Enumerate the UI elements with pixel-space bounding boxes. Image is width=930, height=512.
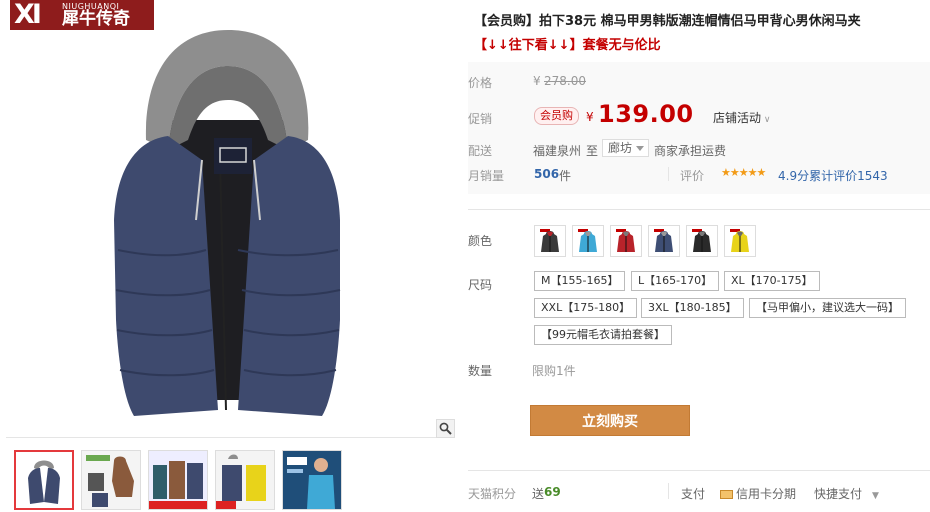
- size-option-m[interactable]: M【155-165】: [534, 271, 626, 291]
- product-subtitle: 【↓↓往下看↓↓】套餐无与伦比: [474, 38, 661, 53]
- thumbnail-1[interactable]: [14, 450, 74, 510]
- price-label: 价格: [468, 76, 493, 90]
- section-divider: [468, 209, 930, 210]
- zoom-icon[interactable]: [436, 419, 455, 438]
- monthly-sales-unit: 件: [559, 169, 572, 183]
- thumbnail-strip: [14, 450, 349, 510]
- quick-pay-label: 快捷支付: [814, 487, 863, 501]
- divider: [668, 483, 669, 499]
- rating-stars-icon: ★★★★★: [721, 166, 766, 179]
- color-label: 颜色: [468, 234, 493, 248]
- size-option-l[interactable]: L【165-170】: [631, 271, 720, 291]
- shop-activity-dropdown[interactable]: 店铺活动 ∨: [713, 109, 770, 126]
- vest-icon: [730, 229, 749, 252]
- buy-now-button[interactable]: 立刻购买: [530, 405, 690, 436]
- vest-icon: [578, 229, 597, 252]
- color-swatch-black-red[interactable]: [534, 225, 566, 257]
- chevron-down-icon: ∨: [761, 115, 771, 125]
- points-prefix: 送: [532, 487, 545, 501]
- size-option-3xl[interactable]: 3XL【180-185】: [641, 298, 744, 318]
- caret-down-icon: ▼: [872, 491, 879, 501]
- destination-select[interactable]: 廊坊: [602, 139, 650, 157]
- vest-illustration: [114, 30, 341, 416]
- size-label: 尺码: [468, 278, 493, 292]
- promo-price-currency: ¥: [586, 110, 594, 124]
- original-price-currency: ¥: [533, 74, 541, 88]
- section-divider: [468, 470, 930, 471]
- shipping-fee: 商家承担运费: [654, 144, 727, 158]
- review-link[interactable]: 4.9分累计评价1543: [778, 167, 888, 184]
- size-option-xl[interactable]: XL【170-175】: [724, 271, 820, 291]
- original-price: 278.00: [544, 74, 586, 88]
- size-option-set[interactable]: 【99元帽毛衣请拍套餐】: [534, 325, 672, 345]
- color-swatch-sky-blue[interactable]: [572, 225, 604, 257]
- shop-activity-label: 店铺活动: [713, 111, 762, 125]
- thumbnail-4[interactable]: [215, 450, 275, 510]
- points-label: 天猫积分: [468, 487, 517, 501]
- color-swatch-yellow[interactable]: [724, 225, 756, 257]
- vest-icon: [692, 229, 711, 252]
- color-swatch-black[interactable]: [686, 225, 718, 257]
- thumbnail-2[interactable]: [81, 450, 141, 510]
- divider: [668, 167, 669, 181]
- brand-logo-cn: 犀牛传奇: [62, 8, 130, 29]
- thumbnail-5[interactable]: [282, 450, 342, 510]
- pay-label: 支付: [681, 487, 706, 501]
- product-info: 【会员购】拍下38元 棉马甲男韩版潮连帽情侣马甲背心男休闲马夹 【↓↓往下看↓↓…: [468, 0, 930, 512]
- footer-row: 天猫积分 送 69 支付 信用卡分期 快捷支付 ▼: [468, 483, 930, 505]
- quantity-limit: 限购1件: [532, 364, 576, 378]
- member-badge: 会员购: [534, 107, 579, 125]
- product-title: 【会员购】拍下38元 棉马甲男韩版潮连帽情侣马甲背心男休闲马夹: [474, 14, 861, 29]
- points-value: 69: [544, 485, 561, 499]
- vest-icon: [540, 229, 559, 252]
- brand-logo-letters: XI: [14, 0, 42, 30]
- color-swatch-red[interactable]: [610, 225, 642, 257]
- promo-price: 139.00: [598, 100, 694, 128]
- thumbnail-3[interactable]: [148, 450, 208, 510]
- rating-score: 4.9分: [778, 169, 810, 183]
- quantity-label: 数量: [468, 364, 493, 378]
- shipping-to-word: 至: [586, 144, 599, 158]
- color-swatch-navy[interactable]: [648, 225, 680, 257]
- credit-card-installment[interactable]: 信用卡分期: [720, 485, 796, 502]
- vest-icon: [654, 229, 673, 252]
- shipping-from: 福建泉州: [533, 144, 582, 158]
- review-count: 累计评价1543: [809, 169, 888, 183]
- credit-card-icon: [720, 490, 733, 499]
- monthly-sales-count: 506: [534, 167, 560, 181]
- vest-icon: [616, 229, 635, 252]
- credit-card-label: 信用卡分期: [736, 487, 797, 501]
- product-gallery: XI NIUGHUANQI 犀牛传奇: [0, 0, 455, 512]
- promo-label: 促销: [468, 112, 493, 126]
- brand-logo: XI NIUGHUANQI 犀牛传奇: [10, 0, 154, 30]
- main-product-image[interactable]: XI NIUGHUANQI 犀牛传奇: [6, 0, 455, 438]
- size-option-note[interactable]: 【马甲偏小，建议选大一码】: [749, 298, 906, 318]
- shipping-label: 配送: [468, 144, 493, 158]
- quick-pay[interactable]: 快捷支付 ▼: [814, 485, 879, 502]
- review-label: 评价: [680, 169, 705, 183]
- monthly-sales-label: 月销量: [468, 169, 505, 183]
- size-option-xxl[interactable]: XXL【175-180】: [534, 298, 638, 318]
- color-swatches: [534, 225, 762, 257]
